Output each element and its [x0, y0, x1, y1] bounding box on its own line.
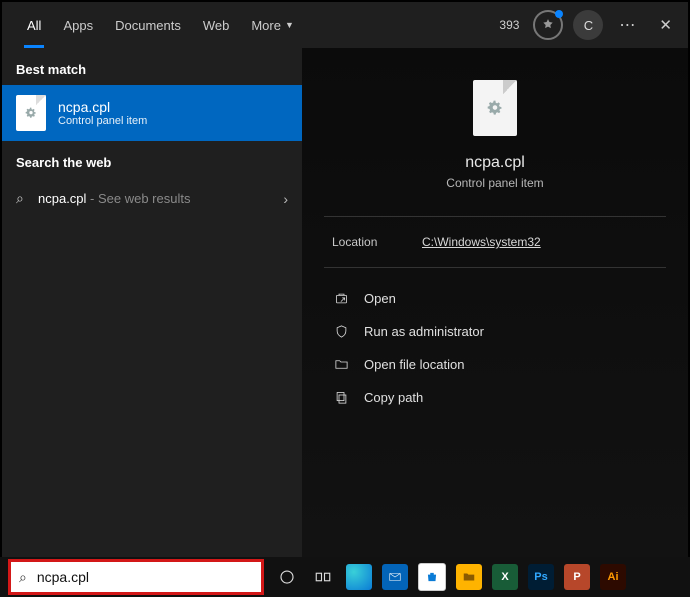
web-suffix: - See web results [86, 191, 190, 206]
header: All Apps Documents Web More▼ 393 C ⋯ ✕ [2, 2, 688, 48]
tab-web[interactable]: Web [192, 2, 241, 48]
cpl-file-icon [16, 95, 46, 131]
chevron-down-icon: ▼ [285, 20, 294, 30]
action-label: Run as administrator [364, 324, 484, 339]
folder-icon [332, 357, 350, 372]
app-mail[interactable] [382, 564, 408, 590]
location-row: Location C:\Windows\system32 [302, 217, 688, 267]
location-label: Location [332, 235, 422, 249]
open-icon [332, 291, 350, 306]
preview-title: ncpa.cpl [465, 154, 525, 172]
web-query: ncpa.cpl [38, 191, 86, 206]
user-avatar[interactable]: C [573, 10, 603, 40]
app-edge[interactable] [346, 564, 372, 590]
taskbar: ⌕ X Ps P Ai [0, 557, 690, 597]
rewards-points: 393 [499, 18, 519, 32]
action-copy-path[interactable]: Copy path [310, 381, 680, 414]
rewards-icon[interactable] [533, 10, 563, 40]
tab-documents[interactable]: Documents [104, 2, 192, 48]
preview-pane: ncpa.cpl Control panel item Location C:\… [302, 48, 688, 557]
web-result-item[interactable]: ⌕ ncpa.cpl - See web results › [2, 178, 302, 219]
more-options-icon[interactable]: ⋯ [613, 15, 641, 35]
search-web-heading: Search the web [2, 141, 302, 178]
best-match-heading: Best match [2, 48, 302, 85]
tab-all[interactable]: All [16, 2, 52, 48]
tab-apps[interactable]: Apps [52, 2, 104, 48]
location-value[interactable]: C:\Windows\system32 [422, 235, 541, 249]
app-illustrator[interactable]: Ai [600, 564, 626, 590]
search-panel: All Apps Documents Web More▼ 393 C ⋯ ✕ B… [2, 2, 688, 557]
search-icon: ⌕ [16, 190, 38, 207]
tab-more[interactable]: More▼ [240, 2, 305, 48]
best-match-item[interactable]: ncpa.cpl Control panel item [2, 85, 302, 141]
match-title: ncpa.cpl [58, 99, 147, 115]
app-store[interactable] [418, 563, 446, 591]
taskbar-search[interactable]: ⌕ [8, 559, 264, 595]
action-open[interactable]: Open [310, 282, 680, 315]
match-subtitle: Control panel item [58, 115, 147, 127]
action-label: Open file location [364, 357, 464, 372]
search-input[interactable] [35, 568, 253, 586]
cortana-icon[interactable] [274, 564, 300, 590]
search-icon: ⌕ [19, 569, 27, 586]
action-open-location[interactable]: Open file location [310, 348, 680, 381]
close-icon[interactable]: ✕ [651, 12, 680, 38]
chevron-right-icon: › [283, 191, 288, 207]
app-explorer[interactable] [456, 564, 482, 590]
app-excel[interactable]: X [492, 564, 518, 590]
preview-file-icon[interactable] [473, 80, 517, 136]
preview-subtitle: Control panel item [446, 176, 543, 190]
results-list: Best match ncpa.cpl Control panel item S… [2, 48, 302, 557]
action-label: Copy path [364, 390, 423, 405]
copy-icon [332, 390, 350, 405]
app-powerpoint[interactable]: P [564, 564, 590, 590]
action-label: Open [364, 291, 396, 306]
shield-icon [332, 324, 350, 339]
task-view-icon[interactable] [310, 564, 336, 590]
app-photoshop[interactable]: Ps [528, 564, 554, 590]
action-run-admin[interactable]: Run as administrator [310, 315, 680, 348]
filter-tabs: All Apps Documents Web More▼ [16, 2, 305, 48]
